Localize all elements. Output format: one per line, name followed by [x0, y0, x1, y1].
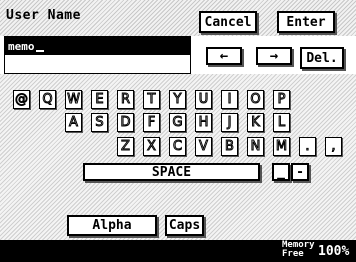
key-g[interactable]: G: [169, 113, 186, 132]
user-name-entry-screen: User Name Cancel Enter memo ← → Del. @ Q W…: [0, 0, 356, 262]
key-y[interactable]: Y: [169, 90, 186, 109]
key-j[interactable]: J: [221, 113, 238, 132]
key-m[interactable]: M: [273, 137, 290, 156]
underscore-key[interactable]: _: [272, 163, 290, 181]
key-comma[interactable]: ,: [325, 137, 342, 156]
key-h[interactable]: H: [195, 113, 212, 132]
key-d[interactable]: D: [117, 113, 134, 132]
arrow-right-icon: →: [269, 48, 279, 64]
key-p[interactable]: P: [273, 90, 290, 109]
key-s[interactable]: S: [91, 113, 108, 132]
cancel-button[interactable]: Cancel: [199, 11, 257, 33]
key-period[interactable]: .: [299, 137, 316, 156]
status-footer: Memory Free 100%: [0, 240, 356, 262]
delete-button[interactable]: Del.: [300, 47, 344, 69]
key-q[interactable]: Q: [39, 90, 56, 109]
text-cursor: [35, 50, 44, 52]
key-at[interactable]: @: [13, 90, 30, 109]
cursor-right-button[interactable]: →: [256, 47, 292, 65]
name-input-field[interactable]: memo: [4, 36, 191, 74]
key-v[interactable]: V: [195, 137, 212, 156]
key-z[interactable]: Z: [117, 137, 134, 156]
key-i[interactable]: I: [221, 90, 238, 109]
arrow-left-icon: ←: [219, 48, 229, 64]
hyphen-key[interactable]: -: [291, 163, 309, 181]
key-a[interactable]: A: [65, 113, 82, 132]
key-b[interactable]: B: [221, 137, 238, 156]
key-f[interactable]: F: [143, 113, 160, 132]
input-value-bar: memo: [5, 37, 190, 55]
key-k[interactable]: K: [247, 113, 264, 132]
key-x[interactable]: X: [143, 137, 160, 156]
key-n[interactable]: N: [247, 137, 264, 156]
alpha-mode-button[interactable]: Alpha: [67, 215, 157, 236]
memory-label: Memory Free: [282, 241, 315, 259]
key-r[interactable]: R: [117, 90, 134, 109]
space-key[interactable]: SPACE: [83, 163, 260, 181]
memory-label-line2: Free: [282, 249, 304, 259]
key-c[interactable]: C: [169, 137, 186, 156]
key-e[interactable]: E: [91, 90, 108, 109]
key-w[interactable]: W: [65, 90, 82, 109]
cursor-left-button[interactable]: ←: [206, 47, 242, 65]
caps-button[interactable]: Caps: [165, 215, 204, 236]
page-title: User Name: [6, 8, 81, 23]
key-l[interactable]: L: [273, 113, 290, 132]
key-o[interactable]: O: [247, 90, 264, 109]
memory-free-value: 100%: [318, 244, 350, 259]
input-value: memo: [8, 39, 35, 53]
key-u[interactable]: U: [195, 90, 212, 109]
enter-button[interactable]: Enter: [277, 11, 335, 33]
key-t[interactable]: T: [143, 90, 160, 109]
